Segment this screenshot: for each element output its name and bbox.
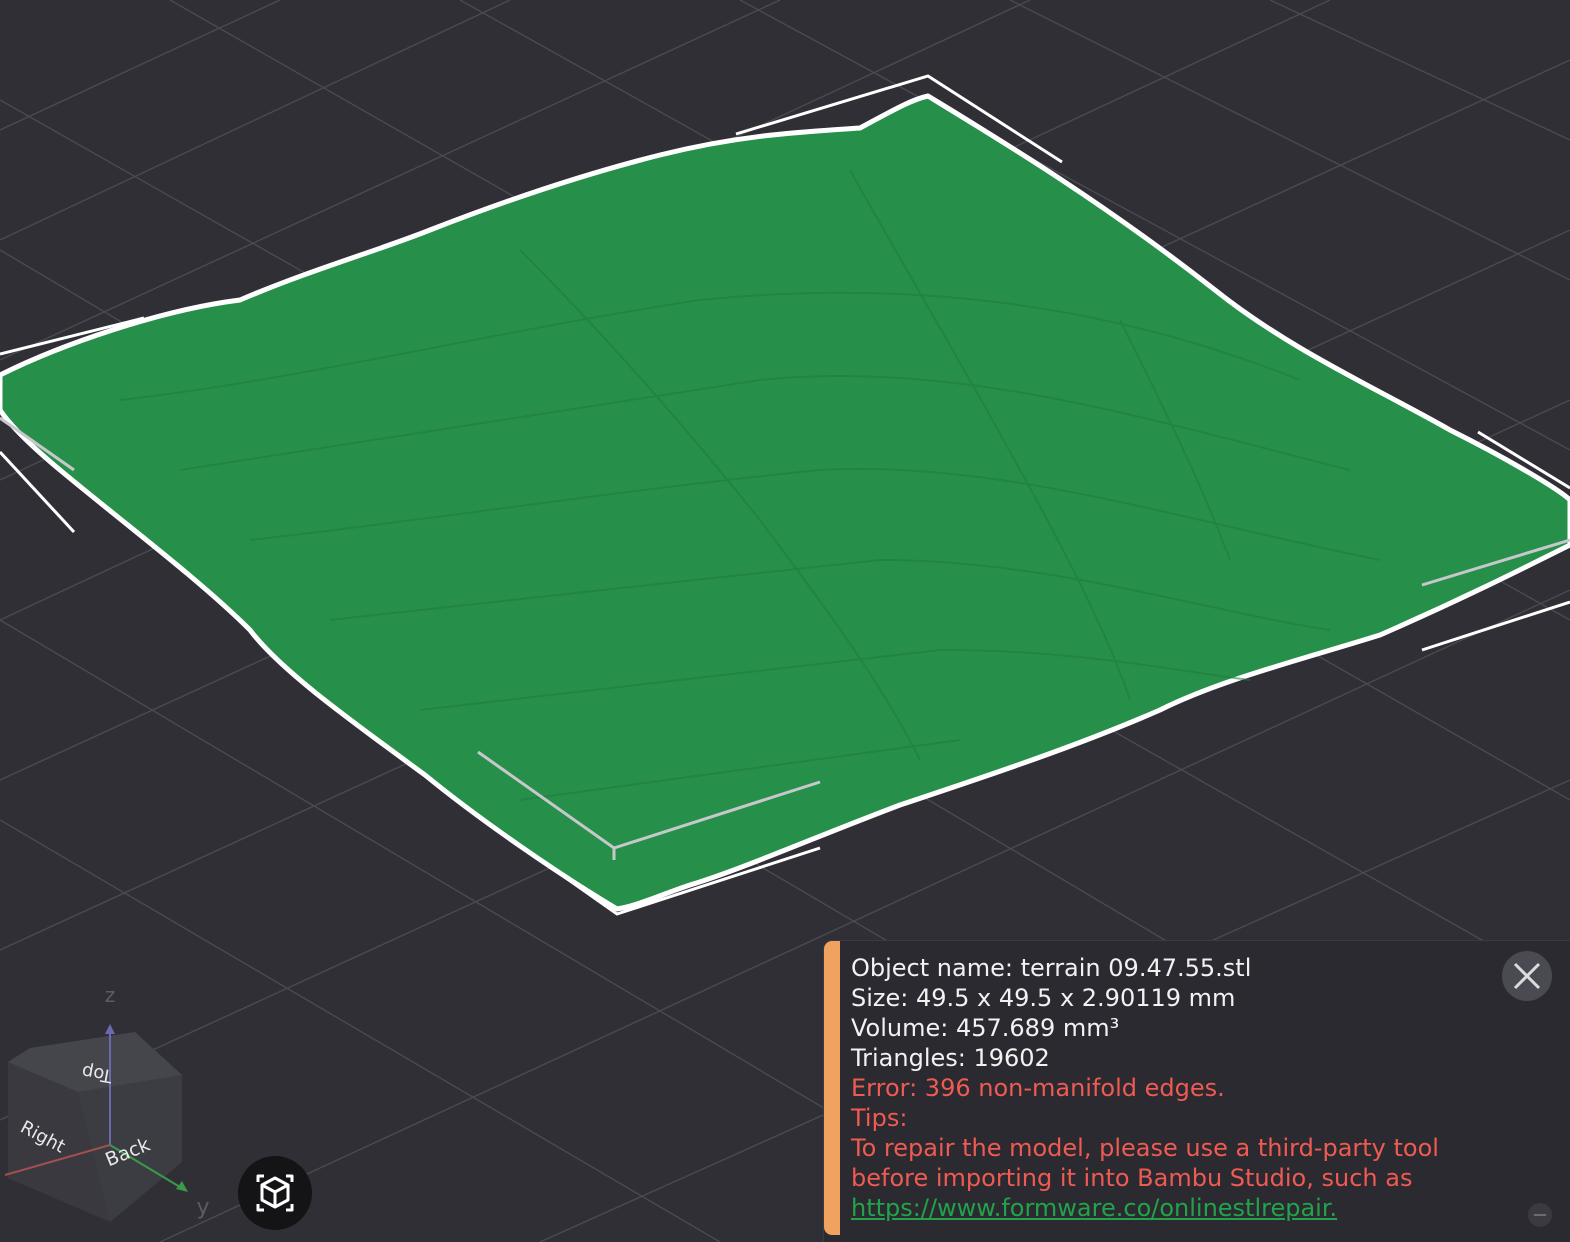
tips-label: Tips: xyxy=(851,1104,908,1132)
object-info-text: Object name: terrain 09.47.55.stl Size: … xyxy=(851,953,1439,1223)
close-icon xyxy=(1513,962,1541,990)
object-size: Size: 49.5 x 49.5 x 2.90119 mm xyxy=(851,984,1236,1012)
cube-view-button[interactable] xyxy=(238,1156,312,1230)
object-triangles: Triangles: 19602 xyxy=(851,1044,1050,1072)
minimize-icon[interactable] xyxy=(1528,1203,1552,1227)
close-button[interactable] xyxy=(1502,951,1552,1001)
view-cube[interactable]: Top Right Back z y xyxy=(4,983,210,1222)
z-axis-label: z xyxy=(105,983,116,1007)
cube-view-icon xyxy=(256,1174,294,1212)
tip-text-line-1: To repair the model, please use a third-… xyxy=(851,1134,1439,1162)
tip-text-line-2: before importing it into Bambu Studio, s… xyxy=(851,1164,1413,1192)
object-info-panel: Object name: terrain 09.47.55.stl Size: … xyxy=(824,941,1570,1242)
terrain-model[interactable] xyxy=(0,93,1570,912)
object-volume: Volume: 457.689 mm³ xyxy=(851,1014,1120,1042)
repair-link[interactable]: https://www.formware.co/onlinestlrepair. xyxy=(851,1194,1337,1222)
error-message: Error: 396 non-manifold edges. xyxy=(851,1074,1225,1102)
object-name: Object name: terrain 09.47.55.stl xyxy=(851,954,1252,982)
warning-accent-bar xyxy=(824,941,840,1235)
y-axis-label: y xyxy=(196,1195,209,1220)
